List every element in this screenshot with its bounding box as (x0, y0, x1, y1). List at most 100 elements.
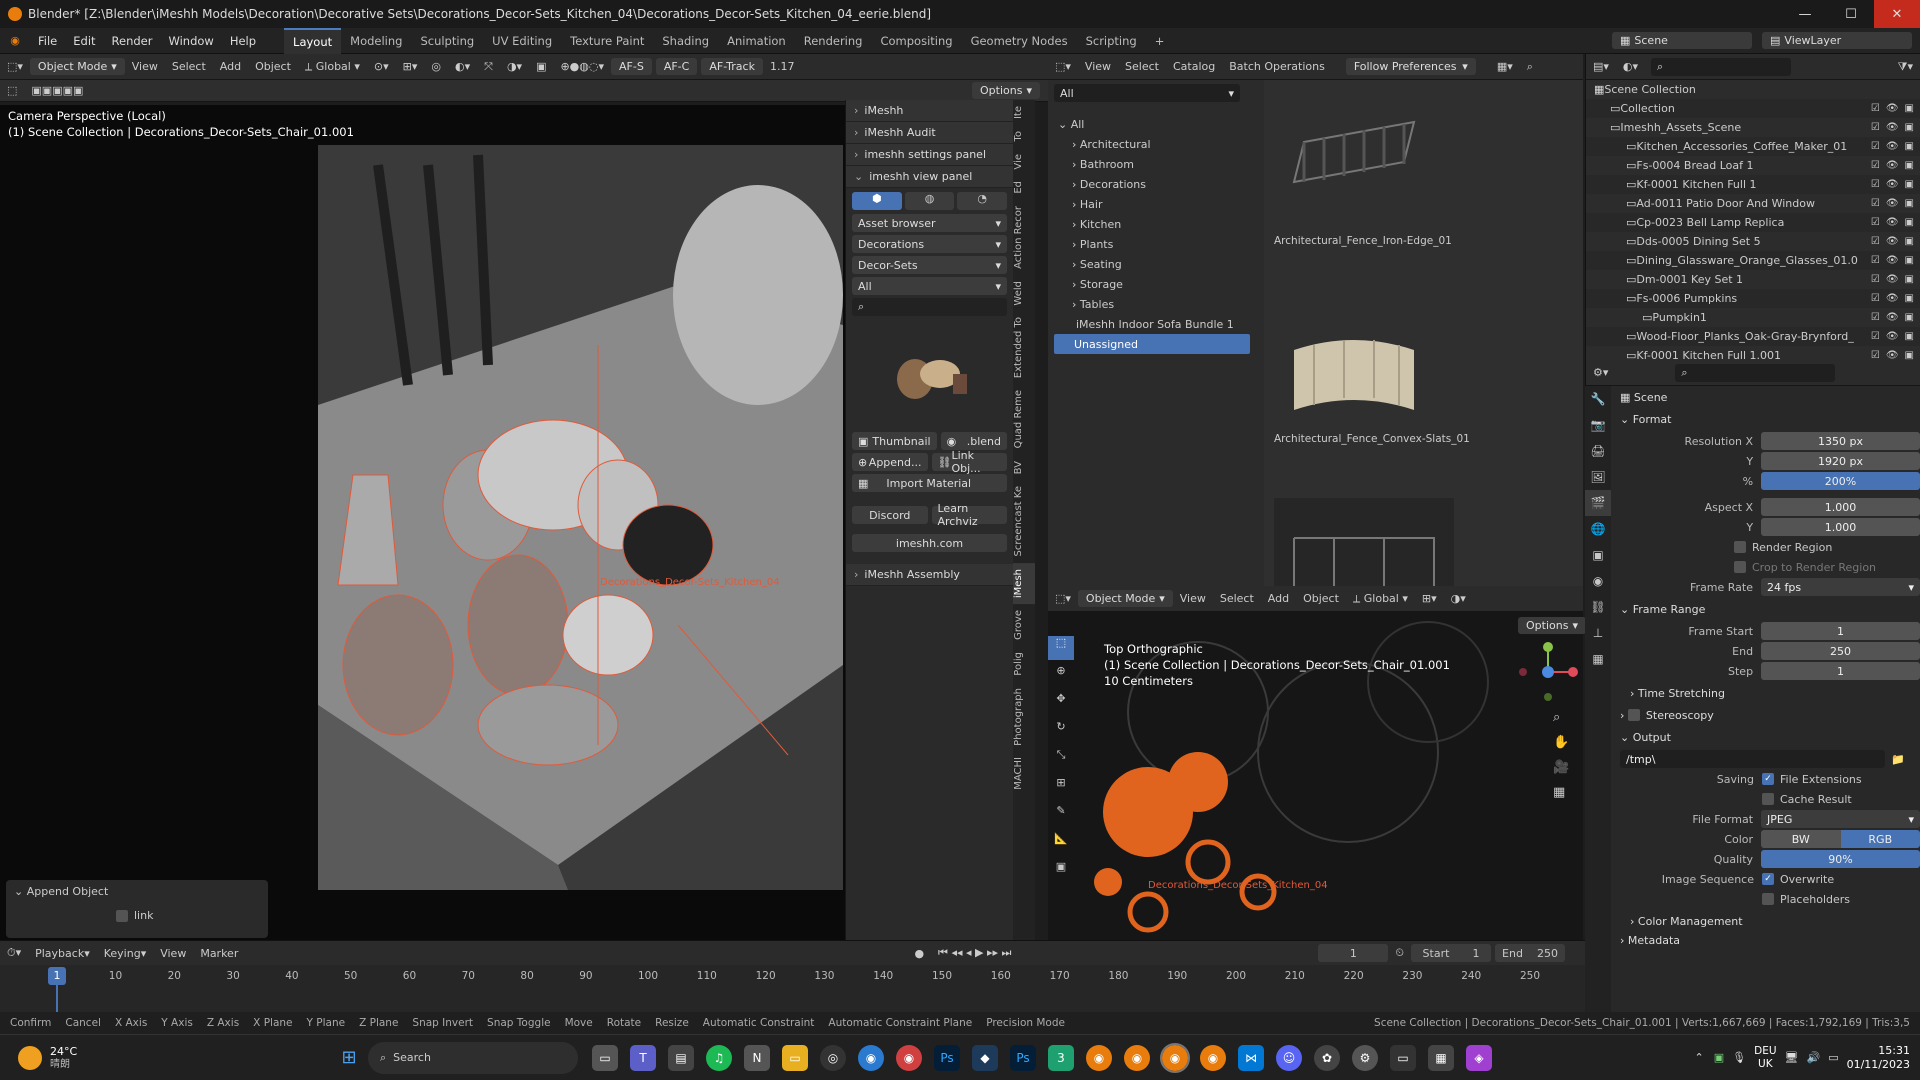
chatgpt-icon[interactable]: ✿ (1314, 1044, 1340, 1071)
microphone-icon[interactable]: 🎙 (1732, 1051, 1746, 1064)
checkbox-icon[interactable]: ☑ (1871, 179, 1880, 190)
overlay-icon[interactable]: ◑▾ (500, 60, 529, 73)
clock[interactable]: 15:31 01/11/2023 (1847, 1044, 1910, 1072)
volume-icon[interactable]: 🔊 (1806, 1051, 1820, 1064)
spotify-icon[interactable]: ♫ (706, 1044, 732, 1071)
camera-icon[interactable]: ▣ (1905, 198, 1914, 209)
vscode-icon[interactable]: ⋈ (1238, 1044, 1264, 1071)
teams-icon[interactable]: T (630, 1044, 656, 1071)
catalog-item[interactable]: › Seating (1048, 254, 1256, 274)
camera-icon[interactable]: ▣ (1905, 255, 1914, 266)
texture-icon[interactable]: ▦ (1585, 646, 1611, 672)
eye-icon[interactable]: 👁 (1886, 141, 1899, 152)
outliner-row[interactable]: ▭ Dining_Glassware_Orange_Glasses_01.0 ☑ 👁… (1586, 251, 1920, 270)
subcategory-dropdown[interactable]: Decor-Sets ▾ (852, 256, 1007, 274)
tab-bv[interactable]: BV (1013, 455, 1035, 480)
visibility-toggles[interactable]: ☑ 👁 ▣ (1871, 141, 1914, 152)
data-icon[interactable]: ⊥ (1585, 620, 1611, 646)
editor-type-icon[interactable]: ⚙▾ (1586, 366, 1615, 379)
outliner-row[interactable]: ▭ Pumpkin1 ☑ 👁 ▣ (1586, 308, 1920, 327)
format-header[interactable]: ⌄ Format (1612, 408, 1920, 430)
resolution-pct-field[interactable]: 200% (1761, 472, 1920, 490)
constraints-icon[interactable]: ⛓ (1585, 594, 1611, 620)
checkbox-icon[interactable]: ☑ (1871, 236, 1880, 247)
workspace-tab[interactable]: Geometry Nodes (962, 28, 1077, 54)
scene-selector[interactable]: ▦ Scene (1612, 32, 1752, 49)
catalog-item-unassigned[interactable]: Unassigned (1054, 334, 1250, 354)
zoom-icon[interactable]: ⌕ (1553, 710, 1569, 725)
quality-slider[interactable]: 90% (1761, 850, 1920, 868)
tab-tool[interactable]: To (1013, 125, 1035, 148)
editor-type-icon[interactable]: ▤▾ (1586, 60, 1616, 73)
orientation-dropdown[interactable]: ⟂ Global ▾ (1346, 592, 1415, 606)
mode-dropdown[interactable]: Object Mode ▾ (1077, 590, 1173, 607)
tab-photograph[interactable]: Photograph (1013, 682, 1035, 752)
weather-widget[interactable]: 24°C 晴朗 (0, 1045, 330, 1071)
blender-icon[interactable]: ◉ (1086, 1044, 1112, 1071)
browser-dropdown[interactable]: Asset browser ▾ (852, 214, 1007, 232)
visibility-toggles[interactable]: ☑ 👁 ▣ (1871, 179, 1914, 190)
checkbox-icon[interactable]: ☑ (1871, 122, 1880, 133)
visibility-toggles[interactable]: ☑ 👁 ▣ (1871, 274, 1914, 285)
tool-icon[interactable]: 🔧 (1585, 386, 1611, 412)
rotate-icon[interactable]: ↻ (1048, 720, 1074, 744)
menu-playback[interactable]: Playback▾ (28, 947, 97, 960)
output-path-field[interactable]: /tmp\ (1620, 750, 1885, 768)
scene-tab-icon[interactable]: 🎬 (1585, 490, 1611, 516)
blender-icon[interactable]: ◉ (1160, 1042, 1190, 1073)
outliner-row[interactable]: ▭ Dds-0005 Dining Set 5 ☑ 👁 ▣ (1586, 232, 1920, 251)
world-icon[interactable]: 🌐 (1585, 516, 1611, 542)
output-header[interactable]: ⌄ Output (1612, 726, 1920, 748)
checkbox-icon[interactable]: ☑ (1871, 141, 1880, 152)
outliner-row[interactable]: ▭ Kitchen_Accessories_Coffee_Maker_01 ☑ 👁 ▣ (1586, 137, 1920, 156)
import-material-button[interactable]: ▦ Import Material (852, 474, 1007, 492)
menu-help[interactable]: Help (222, 34, 264, 48)
tab-grove[interactable]: Grove (1013, 604, 1035, 646)
tray-app-icon[interactable]: ▣ (1714, 1051, 1724, 1064)
chrome-icon[interactable]: ◉ (896, 1044, 922, 1071)
cache-result-checkbox[interactable] (1762, 793, 1774, 805)
frame-step-field[interactable]: 1 (1761, 662, 1920, 680)
eye-icon[interactable]: 👁 (1886, 274, 1899, 285)
import-method-dropdown[interactable]: Follow Preferences ▾ (1345, 58, 1476, 75)
checkbox-icon[interactable]: ☑ (1871, 103, 1880, 114)
camera-icon[interactable]: ▣ (1905, 217, 1914, 228)
outliner-row[interactable]: ▭ Cp-0023 Bell Lamp Replica ☑ 👁 ▣ (1586, 213, 1920, 232)
display-mode-icon[interactable]: ▦▾ (1490, 60, 1520, 73)
visibility-toggles[interactable]: ☑ 👁 ▣ (1871, 217, 1914, 228)
notion-icon[interactable]: N (744, 1044, 770, 1071)
windows-start-icon[interactable]: ⊞ (336, 1045, 362, 1071)
metadata-header[interactable]: › Metadata (1612, 932, 1920, 948)
editor-type-icon[interactable]: ⏱▾ (0, 946, 28, 960)
tab-action-recorder[interactable]: Action Recor (1013, 200, 1035, 275)
visibility-toggles[interactable]: ☑ 👁 ▣ (1871, 236, 1914, 247)
workspace-tab[interactable]: Sculpting (411, 28, 483, 54)
placeholders-checkbox[interactable] (1762, 893, 1774, 905)
select-tool-icon[interactable]: ⬚ (0, 84, 24, 97)
viewlayer-selector[interactable]: ▤ ViewLayer (1762, 32, 1912, 49)
menu-view[interactable]: View (1173, 592, 1213, 605)
workspace-tab[interactable]: Animation (718, 28, 795, 54)
lens-value[interactable]: 1.17 (763, 60, 802, 73)
tab-weld[interactable]: Weld (1013, 275, 1035, 312)
outliner-row[interactable]: ▭ Kf-0001 Kitchen Full 1 ☑ 👁 ▣ (1586, 175, 1920, 194)
search-icon[interactable]: ⌕ (1520, 60, 1540, 74)
menu-batch-operations[interactable]: Batch Operations (1222, 60, 1332, 73)
workspace-tab[interactable]: Shading (653, 28, 718, 54)
catalog-item[interactable]: › Architectural (1048, 134, 1256, 154)
measure-icon[interactable]: 📐 (1048, 832, 1074, 856)
render-region-checkbox[interactable] (1734, 541, 1746, 553)
menu-marker[interactable]: Marker (193, 947, 245, 960)
camera-icon[interactable]: ▣ (1905, 274, 1914, 285)
aspect-x-field[interactable]: 1.000 (1761, 498, 1920, 516)
editor-type-icon[interactable]: ⬚▾ (0, 60, 30, 73)
visibility-toggles[interactable]: ☑ 👁 ▣ (1871, 122, 1914, 133)
tab-polig[interactable]: Polig (1013, 646, 1035, 682)
snap-icon[interactable]: ⊞▾ (396, 60, 425, 73)
aspect-y-field[interactable]: 1.000 (1761, 518, 1920, 536)
transform-icon[interactable]: ⊞ (1048, 776, 1074, 800)
scale-icon[interactable]: ⤡ (1048, 748, 1074, 772)
crop-row[interactable]: Crop to Render Region (1612, 558, 1920, 576)
tray-chevron-icon[interactable]: ⌃ (1695, 1051, 1704, 1064)
navigation-gizmo[interactable] (1518, 642, 1578, 702)
